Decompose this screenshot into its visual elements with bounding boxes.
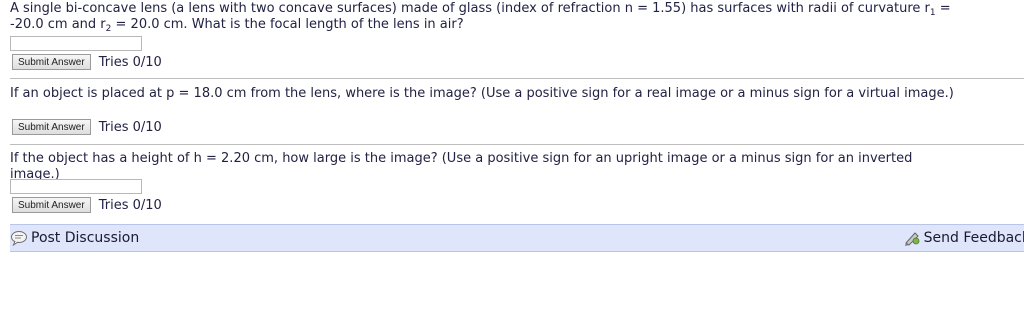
submit-row-3: Submit Answer Tries 0/10: [12, 197, 162, 213]
send-feedback-label: Send Feedback: [923, 230, 1024, 246]
answer-input-3[interactable]: [10, 179, 142, 194]
discussion-bar: Post Discussion Send Feedback: [10, 224, 1024, 252]
question-1-line-2: -20.0 cm and r2 = 20.0 cm. What is the f…: [10, 17, 464, 34]
submit-answer-button-1[interactable]: Submit Answer: [12, 54, 91, 70]
question-3-text: If the object has a height of h = 2.20 c…: [10, 151, 1024, 183]
submit-answer-button-3[interactable]: Submit Answer: [12, 197, 91, 213]
question-2-text: If an object is placed at p = 18.0 cm fr…: [10, 86, 1024, 102]
question-1-line-1: A single bi-concave lens (a lens with tw…: [10, 1, 951, 18]
tries-counter-3: Tries 0/10: [98, 197, 162, 213]
divider-2: [10, 144, 1024, 145]
post-discussion-label: Post Discussion: [31, 230, 140, 246]
question-1-text: A single bi-concave lens (a lens with tw…: [10, 1, 1024, 34]
divider-1: [10, 78, 1024, 79]
send-feedback-link[interactable]: Send Feedback: [903, 230, 1024, 246]
post-discussion-link[interactable]: Post Discussion: [10, 230, 139, 246]
submit-answer-button-2[interactable]: Submit Answer: [12, 119, 91, 135]
answer-input-1[interactable]: [10, 36, 142, 51]
question-3-line-2: image.): [10, 167, 60, 182]
tries-counter-2: Tries 0/10: [98, 119, 162, 135]
tries-counter-1: Tries 0/10: [98, 54, 162, 70]
speech-bubble-icon: [11, 231, 27, 246]
question-2-line-1: If an object is placed at p = 18.0 cm fr…: [10, 86, 954, 101]
question-3-line-1: If the object has a height of h = 2.20 c…: [10, 151, 913, 166]
pencil-icon: [904, 232, 920, 246]
problem-page: A single bi-concave lens (a lens with tw…: [0, 0, 1024, 325]
submit-row-1: Submit Answer Tries 0/10: [12, 54, 162, 70]
submit-row-2: Submit Answer Tries 0/10: [12, 119, 162, 135]
